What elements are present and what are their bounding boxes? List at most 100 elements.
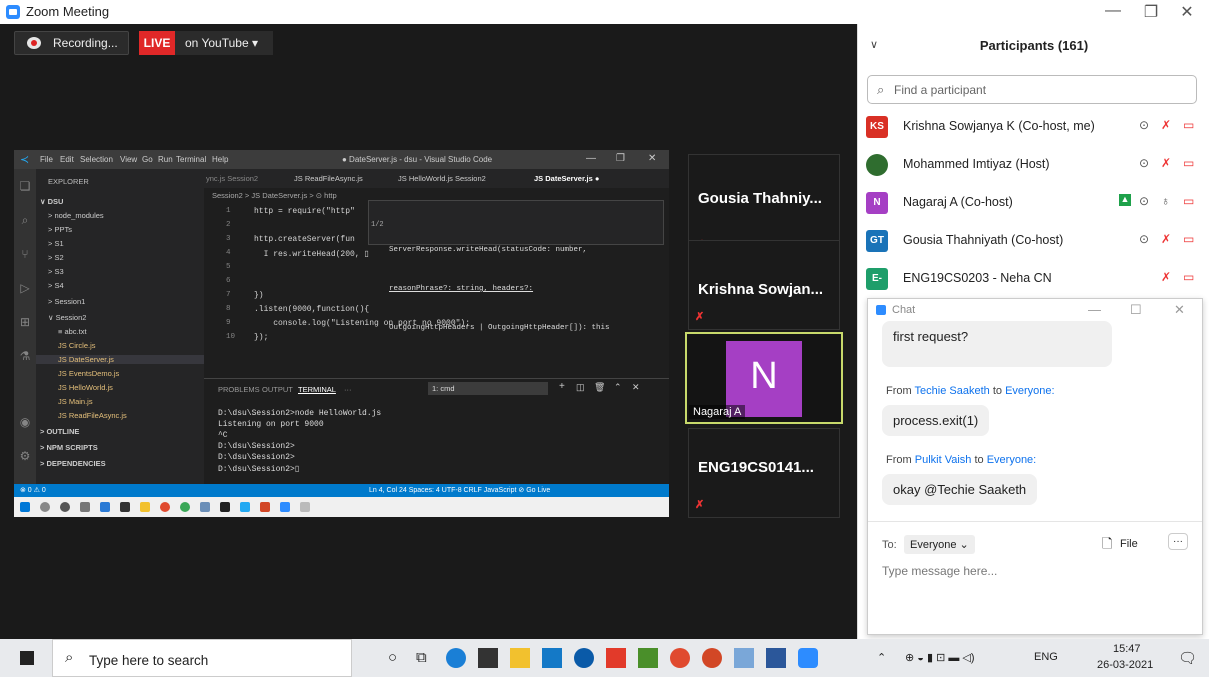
tree-item[interactable]: JS Main.js [58,397,93,406]
panel-tab-terminal[interactable]: TERMINAL [298,385,336,394]
chat-minimize-icon[interactable]: — [1088,302,1101,317]
vscode-close-icon[interactable]: ✕ [648,153,656,164]
split-terminal-icon[interactable]: ◫ [576,382,585,393]
tree-item[interactable]: > S3 [48,267,64,276]
tree-item[interactable]: ≡ abc.txt [58,327,87,336]
add-terminal-icon[interactable]: + [559,381,565,392]
tree-item[interactable]: JS EventsDemo.js [58,369,119,378]
tree-item[interactable]: > S4 [48,281,64,290]
app-icon[interactable] [542,648,562,668]
files-icon[interactable]: ❏ [18,179,32,193]
powerpoint-icon[interactable] [702,648,722,668]
video-tile[interactable]: Krishna Sowjan... ✗ [688,240,840,330]
status-info[interactable]: Ln 4, Col 24 Spaces: 4 UTF-8 CRLF JavaSc… [369,486,550,494]
video-off-icon[interactable]: ▭ [1183,118,1194,132]
tree-item[interactable]: JS Circle.js [58,341,96,350]
tree-item[interactable]: JS ReadFileAsync.js [58,411,127,420]
tree-item[interactable]: > Session1 [48,297,85,306]
video-tile[interactable]: ENG19CS0141... ✗ [688,428,840,518]
hover-page-indicator[interactable]: 1/2 [371,219,384,232]
tree-item[interactable]: > S1 [48,239,64,248]
trash-icon[interactable]: 🗑 [594,382,605,393]
file-icon[interactable]: 🗋 [1102,535,1112,557]
chat-close-icon[interactable]: ✕ [1174,302,1185,318]
search-icon[interactable]: ⌕ [18,213,32,227]
video-off-icon[interactable]: ▭ [1183,232,1194,246]
active-speaker-tile[interactable]: N Nagaraj A [685,332,843,424]
app-icon-2[interactable] [638,648,658,668]
menu-terminal[interactable]: Terminal [176,155,206,164]
close-panel-icon[interactable]: ✕ [632,382,640,393]
panel-more[interactable]: ··· [344,385,352,394]
panel-tab-problems[interactable]: PROBLEMS [218,385,260,394]
menu-run[interactable]: Run [158,155,173,164]
youtube-dropdown[interactable]: on YouTube ▾ [175,31,273,55]
tray-chevron-icon[interactable]: ⌃ [877,651,886,664]
menu-view[interactable]: View [120,155,137,164]
video-off-icon[interactable]: ▭ [1183,270,1194,284]
menu-selection[interactable]: Selection [80,155,113,164]
video-off-icon[interactable]: ▭ [1183,194,1194,208]
tray-icons[interactable]: ⊕ ◒ ▮ ⊡ ▬ ◁) [905,651,975,664]
muted-mic-icon[interactable]: ✗ [1161,232,1171,246]
minimize-button[interactable]: — [1098,2,1128,20]
sender-link[interactable]: Techie Saaketh [915,385,990,397]
cortana-icon[interactable]: ○ [388,649,397,666]
tab-active[interactable]: JS DateServer.js ● [534,174,599,183]
clock-time[interactable]: 15:47 [1113,643,1141,655]
tree-item[interactable]: > S2 [48,253,64,262]
language-indicator[interactable]: ENG [1034,651,1058,663]
vscode-restore-icon[interactable]: ❐ [616,153,625,164]
participant-search-input[interactable]: ⌕ Find a participant [867,75,1197,104]
testing-icon[interactable]: ⚗ [18,349,32,363]
store-icon[interactable] [478,648,498,668]
taskbar-search-box[interactable]: ⌕ Type here to search [52,639,352,677]
settings-gear-icon[interactable]: ⚙ [18,449,32,463]
extensions-icon[interactable]: ⊞ [18,315,32,329]
tab[interactable]: JS ReadFileAsync.js [294,174,363,183]
clock-date[interactable]: 26-03-2021 [1097,659,1153,671]
participant-row[interactable]: GT Gousia Thahniyath (Co-host) ⊙ ✗ ▭ [857,222,1197,260]
problems-count[interactable]: ⊗ 0 ⚠ 0 [20,486,46,494]
participant-row[interactable]: KS Krishna Sowjanya K (Co-host, me) ⊙ ✗ … [857,108,1197,146]
file-button[interactable]: File [1120,538,1138,550]
tree-item-selected[interactable]: JS DateServer.js [36,355,204,364]
tree-item[interactable]: ∨ DSU [40,197,63,206]
recipient-link[interactable]: Everyone: [987,454,1037,466]
video-off-icon[interactable]: ▭ [1183,156,1194,170]
muted-mic-icon[interactable]: ✗ [1161,156,1171,170]
windows-start-icon[interactable] [20,651,34,665]
recording-indicator[interactable]: Recording... [14,31,129,55]
tree-item[interactable]: JS HelloWorld.js [58,383,113,392]
edge-icon[interactable] [446,648,466,668]
live-badge[interactable]: LIVE [139,31,175,55]
task-view-icon[interactable]: ⧉ [416,649,427,666]
close-button[interactable]: ✕ [1172,2,1202,22]
recipient-link[interactable]: Everyone: [1005,385,1055,397]
message-input[interactable]: Type message here... [882,564,997,578]
restore-button[interactable]: ❐ [1136,2,1166,22]
terminal-select[interactable]: 1: cmd [428,382,548,395]
vscode-minimize-icon[interactable]: — [586,153,596,164]
muted-mic-icon[interactable]: ✗ [1161,270,1171,284]
maximize-panel-icon[interactable]: ⌃ [614,382,622,393]
chrome-icon[interactable] [670,648,690,668]
zoom-taskbar-icon[interactable] [798,648,818,668]
account-icon[interactable]: ◉ [18,415,32,429]
tree-item[interactable]: > PPTs [48,225,72,234]
menu-help[interactable]: Help [212,155,228,164]
tab[interactable]: JS HelloWorld.js Session2 [398,174,486,183]
outline-section[interactable]: > OUTLINE [40,427,79,436]
menu-file[interactable]: File [40,155,53,164]
tree-item[interactable]: ∨ Session2 [48,313,86,322]
notification-icon[interactable]: 🗨 [1178,649,1197,667]
menu-edit[interactable]: Edit [60,155,74,164]
tab[interactable]: ync.js Session2 [206,174,258,183]
more-options-button[interactable]: ··· [1168,533,1188,550]
menu-go[interactable]: Go [142,155,153,164]
dell-icon[interactable] [574,648,594,668]
office-icon[interactable] [606,648,626,668]
app-icon-3[interactable] [734,648,754,668]
participant-row[interactable]: Mohammed Imtiyaz (Host) ⊙ ✗ ▭ [857,146,1197,184]
participant-row[interactable]: N Nagaraj A (Co-host) ▲ ⊙ ♁ ▭ [857,184,1197,222]
